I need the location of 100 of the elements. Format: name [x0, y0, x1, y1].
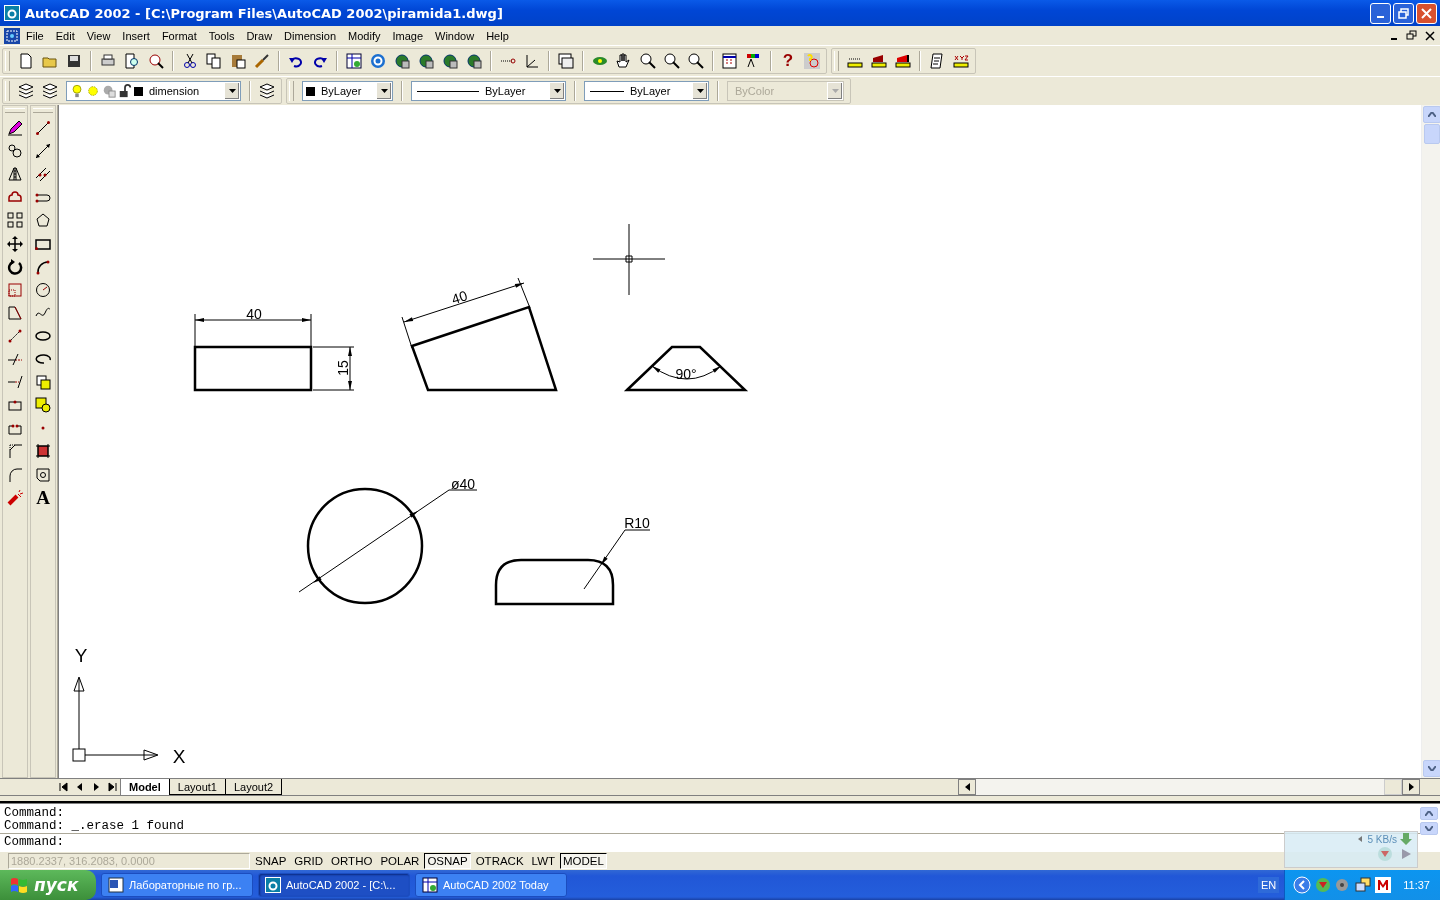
mirror-icon[interactable]	[7, 166, 23, 183]
zoom-icon[interactable]	[664, 53, 680, 69]
construction-line-icon[interactable]	[35, 143, 51, 160]
status-toggle-button[interactable]: POLAR	[377, 853, 423, 869]
scroll-down-button[interactable]	[1423, 760, 1440, 777]
axis-icon[interactable]	[524, 53, 540, 69]
status-toggle-button[interactable]: MODEL	[560, 853, 607, 869]
window-grid-icon[interactable]	[346, 53, 362, 69]
globe-icon[interactable]	[418, 53, 434, 69]
printer-icon[interactable]	[100, 53, 116, 69]
layer-dropdown[interactable]: dimension	[66, 81, 241, 101]
palette-icon[interactable]	[746, 53, 762, 69]
scroll-up-button[interactable]	[1420, 807, 1438, 820]
paintbrush-icon[interactable]	[254, 53, 270, 69]
print-preview-icon[interactable]	[124, 53, 140, 69]
fillet-icon[interactable]	[7, 466, 23, 483]
circle-logo-icon[interactable]	[370, 53, 386, 69]
close-icon[interactable]	[1424, 29, 1436, 42]
scroll-left-button[interactable]	[958, 779, 976, 795]
scroll-thumb[interactable]	[1384, 779, 1402, 795]
status-toggle-button[interactable]: OTRACK	[472, 853, 527, 869]
table-icon[interactable]	[722, 53, 738, 69]
menu-item[interactable]: Draw	[240, 29, 279, 42]
status-toggle-button[interactable]: SNAP	[252, 853, 290, 869]
language-indicator[interactable]: EN	[1258, 877, 1280, 893]
vertical-scrollbar[interactable]	[1421, 105, 1440, 778]
circles-icon[interactable]	[7, 143, 23, 160]
windows-icon[interactable]	[558, 53, 574, 69]
layers-arrow-icon[interactable]	[259, 83, 275, 99]
eraser-icon[interactable]	[7, 120, 23, 137]
menu-item[interactable]: Dimension	[278, 29, 343, 42]
text-tool-icon[interactable]: A	[35, 489, 51, 506]
line-icon[interactable]	[35, 120, 51, 137]
minimize-button[interactable]	[1370, 2, 1391, 24]
help-target-icon[interactable]	[804, 53, 820, 69]
menu-item[interactable]: Window	[429, 29, 481, 42]
scissors-icon[interactable]	[182, 53, 198, 69]
menu-item[interactable]: Help	[480, 29, 515, 42]
region-icon[interactable]	[35, 466, 51, 483]
antivirus-icon[interactable]	[1375, 877, 1392, 893]
trim-icon[interactable]	[7, 351, 23, 368]
menu-item[interactable]: Image	[386, 29, 430, 42]
extend-icon[interactable]	[7, 374, 23, 391]
zoom-icon[interactable]	[688, 53, 704, 69]
globe-icon[interactable]	[394, 53, 410, 69]
make-block-icon[interactable]	[35, 397, 51, 414]
scale-icon[interactable]	[7, 281, 23, 298]
layout-tab[interactable]: Model	[121, 779, 170, 795]
copy-icon[interactable]	[206, 53, 222, 69]
status-toggle-button[interactable]: ORTHO	[328, 853, 376, 869]
stretch-icon[interactable]	[7, 304, 23, 321]
menu-item[interactable]: File	[20, 29, 50, 42]
taskbar-button[interactable]: AutoCAD 2002 - [C:\...	[258, 873, 410, 897]
lineweight-dropdown[interactable]: ByLayer	[584, 81, 709, 101]
horizontal-scrollbar[interactable]	[958, 779, 1420, 795]
menu-item[interactable]: Insert	[116, 29, 156, 42]
globe-icon[interactable]	[466, 53, 482, 69]
solid-icon[interactable]	[895, 53, 911, 69]
rotate-icon[interactable]	[7, 258, 23, 275]
circle-icon[interactable]	[35, 281, 51, 298]
taskbar-button[interactable]: Лабораторные по гр...	[101, 873, 253, 897]
scroll-right-button[interactable]	[1402, 779, 1420, 795]
scroll-up-button[interactable]	[1423, 106, 1440, 123]
insert-block-icon[interactable]	[35, 374, 51, 391]
layout-tab[interactable]: Layout2	[225, 779, 283, 795]
zoom-icon[interactable]	[640, 53, 656, 69]
coordinates-icon[interactable]	[953, 53, 969, 69]
scroll-down-button[interactable]	[1420, 822, 1438, 835]
menu-item[interactable]: Edit	[49, 29, 81, 42]
magnifier-icon[interactable]	[148, 53, 164, 69]
menu-item[interactable]: Modify	[342, 29, 387, 42]
list-icon[interactable]	[929, 53, 945, 69]
close-button[interactable]	[1416, 2, 1437, 24]
restore-button[interactable]	[1393, 2, 1414, 24]
area-icon[interactable]	[871, 53, 887, 69]
multiline-icon[interactable]	[35, 166, 51, 183]
network-icon[interactable]	[1355, 877, 1372, 893]
polygon-icon[interactable]	[35, 212, 51, 229]
layers-icon[interactable]	[42, 83, 58, 99]
explode-icon[interactable]	[7, 489, 23, 506]
clipboard-icon[interactable]	[230, 53, 246, 69]
array-icon[interactable]	[7, 212, 23, 229]
chevron-icon[interactable]	[1293, 876, 1312, 894]
status-toggle-button[interactable]: GRID	[291, 853, 327, 869]
status-toggle-button[interactable]: OSNAP	[424, 853, 471, 869]
command-input[interactable]: Command:	[0, 835, 64, 849]
menu-item[interactable]: View	[80, 29, 117, 42]
hand-icon[interactable]	[616, 53, 632, 69]
layout-tab[interactable]: Layout1	[169, 779, 226, 795]
move-icon[interactable]	[7, 235, 23, 252]
globe-icon[interactable]	[442, 53, 458, 69]
line-segment-icon[interactable]	[7, 327, 23, 344]
new-document-icon[interactable]	[18, 53, 34, 69]
arc-icon[interactable]	[35, 258, 51, 275]
menu-item[interactable]: Tools	[202, 29, 241, 42]
chamfer-icon[interactable]	[7, 443, 23, 460]
hatch-icon[interactable]	[35, 443, 51, 460]
linetype-dropdown[interactable]: ByLayer	[411, 81, 566, 101]
menu-item[interactable]: Format	[155, 29, 203, 42]
layers-icon[interactable]	[18, 83, 34, 99]
